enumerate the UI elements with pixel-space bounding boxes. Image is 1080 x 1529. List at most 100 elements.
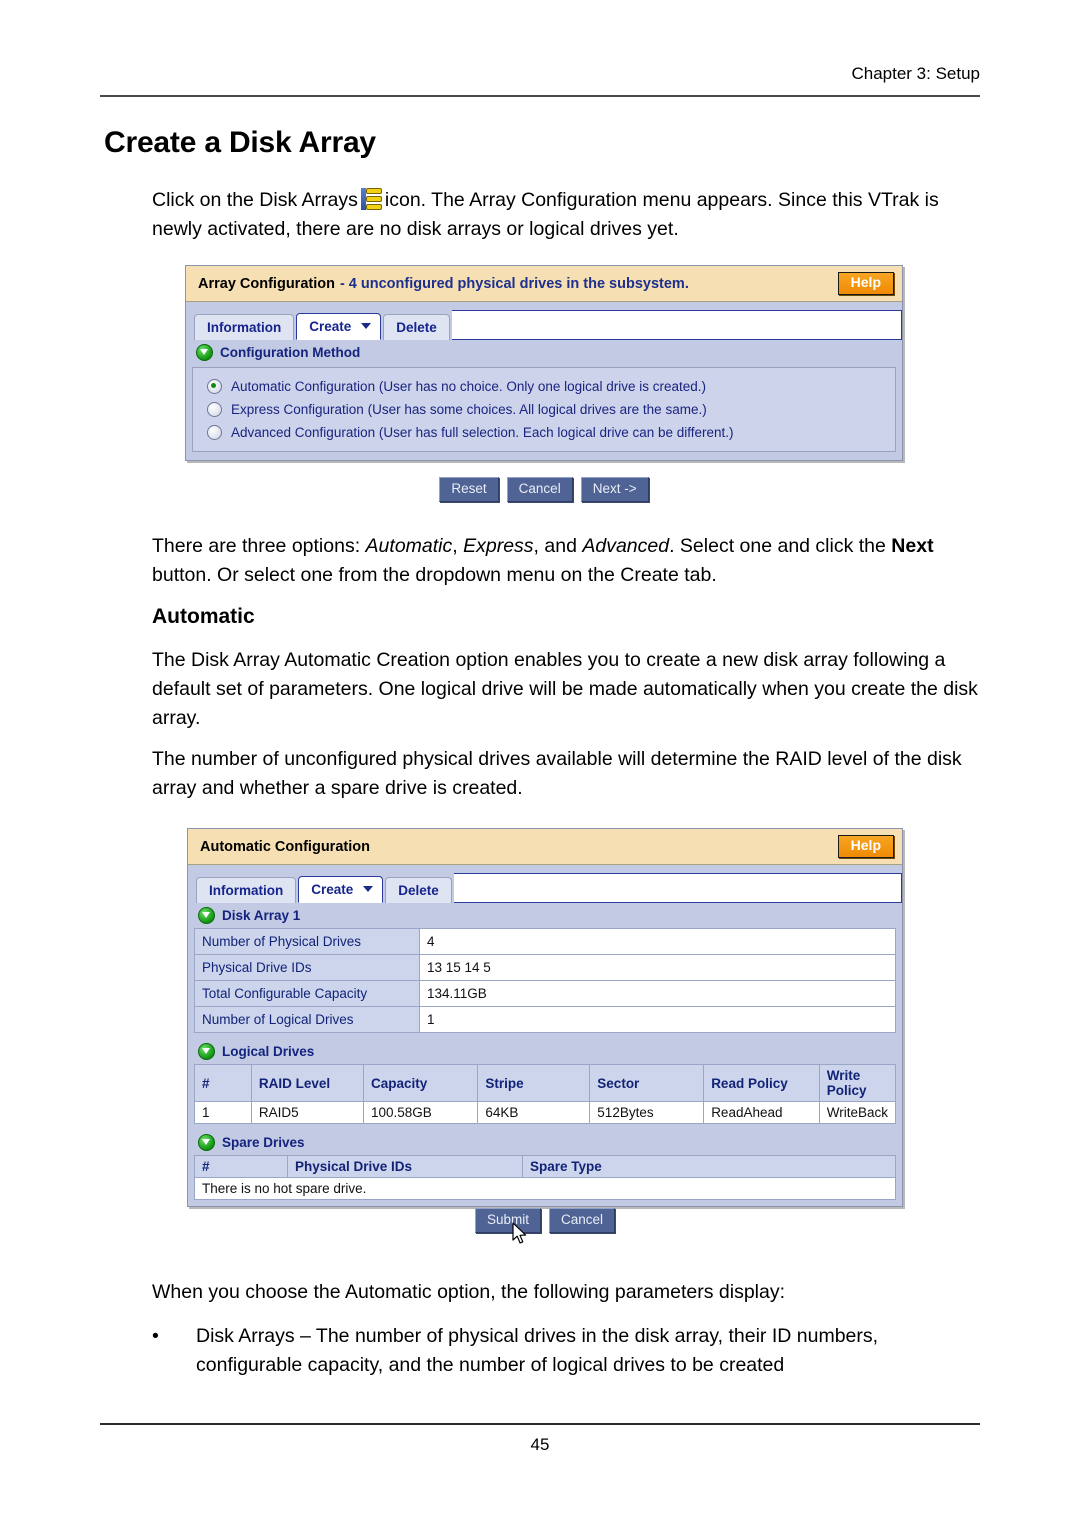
col-spare-number: # [194, 1155, 288, 1178]
automatic-config-tabbar[interactable]: Information Create Delete [188, 865, 902, 903]
collapse-arrow-icon-spare-drives[interactable] [198, 1134, 215, 1151]
spare-drives-table: # Physical Drive IDs Spare Type [194, 1155, 896, 1178]
tab-information-2[interactable]: Information [196, 876, 297, 903]
array-config-tabbar[interactable]: Information Create Delete [186, 302, 902, 340]
table-row: Physical Drive IDs 13 15 14 5 [194, 954, 896, 981]
automatic-paragraph-2: The number of unconfigured physical driv… [152, 748, 962, 799]
radio-advanced[interactable] [207, 425, 222, 440]
col-number: # [194, 1064, 252, 1102]
col-read-policy: Read Policy [703, 1064, 820, 1102]
spare-drives-empty-message: There is no hot spare drive. [194, 1178, 896, 1200]
row-value-physical-drive-ids: 13 15 14 5 [419, 954, 896, 981]
disk-array-section-label: Disk Array 1 [222, 908, 301, 923]
logical-drives-section-header[interactable]: Logical Drives [188, 1039, 902, 1064]
cell-stripe: 64KB [477, 1101, 591, 1124]
help-button[interactable]: Help [837, 272, 894, 295]
tab-information-2-label: Information [209, 882, 284, 898]
footer-rule [100, 1423, 980, 1425]
array-config-subtitle: - 4 unconfigured physical drives in the … [339, 275, 689, 292]
cell-number: 1 [194, 1101, 252, 1124]
option-automatic[interactable]: Automatic Configuration (User has no cho… [207, 375, 895, 398]
submit-button[interactable]: Submit [474, 1208, 541, 1233]
help-button-2[interactable]: Help [837, 835, 894, 858]
tab-delete-2[interactable]: Delete [385, 876, 452, 903]
opt-bold-next: Next [891, 535, 934, 557]
three-options-paragraph: There are three options: Automatic, Expr… [152, 532, 982, 590]
table-row: Number of Logical Drives 1 [194, 1006, 896, 1033]
opt-text-3: , and [533, 535, 583, 557]
collapse-arrow-icon-disk-array[interactable] [198, 907, 215, 924]
tab-delete-2-label: Delete [398, 882, 439, 898]
table-header-row: # Physical Drive IDs Spare Type [194, 1155, 896, 1178]
chevron-down-icon[interactable] [361, 322, 372, 329]
cancel-button-2[interactable]: Cancel [549, 1208, 616, 1233]
page-number: 45 [530, 1435, 550, 1454]
opt-italic-express: Express [463, 535, 534, 557]
cell-read-policy: ReadAhead [703, 1101, 820, 1124]
intro-text-before: Click on the Disk Arrays [152, 189, 358, 211]
row-label-physical-drive-ids: Physical Drive IDs [194, 954, 420, 981]
array-configuration-window[interactable]: Array Configuration - 4 unconfigured phy… [185, 265, 903, 461]
logical-drives-table: # RAID Level Capacity Stripe Sector Read… [194, 1064, 897, 1124]
collapse-arrow-icon[interactable] [196, 344, 213, 361]
tab-create-2-label: Create [311, 881, 354, 897]
spare-drives-section-header[interactable]: Spare Drives [188, 1130, 902, 1155]
configuration-method-options[interactable]: Automatic Configuration (User has no cho… [192, 367, 896, 452]
cancel-button[interactable]: Cancel [506, 477, 573, 502]
opt-italic-advanced: Advanced [582, 535, 670, 557]
cell-write-policy: WriteBack [818, 1101, 897, 1124]
configuration-method-section-header[interactable]: Configuration Method [186, 340, 902, 365]
spare-drives-section-label: Spare Drives [222, 1135, 305, 1150]
cell-raid-level: RAID5 [250, 1101, 364, 1124]
option-advanced-label: Advanced Configuration (User has full se… [231, 425, 734, 440]
chevron-down-icon-2[interactable] [363, 885, 374, 892]
tab-information[interactable]: Information [194, 313, 295, 340]
automatic-config-titlebar: Automatic Configuration Help [188, 829, 902, 865]
opt-text-1: There are three options: [152, 535, 366, 557]
tabbar-filler-2 [453, 873, 902, 903]
row-value-number-of-physical-drives: 4 [419, 928, 896, 955]
disk-array-properties-table: Number of Physical Drives 4 Physical Dri… [194, 928, 896, 1033]
next-button[interactable]: Next -> [580, 477, 649, 502]
tabbar-filler [451, 310, 902, 340]
row-value-number-of-logical-drives: 1 [419, 1006, 896, 1033]
option-express-label: Express Configuration (User has some cho… [231, 402, 707, 417]
table-row: 1 RAID5 100.58GB 64KB 512Bytes ReadAhead… [194, 1101, 897, 1124]
tab-create[interactable]: Create [296, 312, 382, 340]
intro-paragraph: Click on the Disk Arrays icon. The Array … [152, 186, 982, 244]
opt-text-4: . Select one and click the [669, 535, 892, 557]
automatic-config-title: Automatic Configuration [200, 838, 370, 855]
radio-automatic[interactable] [207, 379, 222, 394]
tab-delete-label: Delete [396, 319, 437, 335]
collapse-arrow-icon-logical-drives[interactable] [198, 1043, 215, 1060]
option-advanced[interactable]: Advanced Configuration (User has full se… [207, 421, 895, 444]
array-config-button-row: Reset Cancel Next -> [185, 477, 903, 502]
radio-express[interactable] [207, 402, 222, 417]
option-automatic-label: Automatic Configuration (User has no cho… [231, 379, 706, 394]
tab-create-label: Create [309, 318, 352, 334]
col-write-policy: Write Policy [818, 1064, 897, 1102]
col-sector: Sector [589, 1064, 705, 1102]
automatic-config-button-row: Submit Cancel [187, 1208, 903, 1233]
row-label-total-configurable-capacity: Total Configurable Capacity [194, 980, 420, 1007]
disk-arrays-icon [360, 188, 382, 210]
logical-drives-section-label: Logical Drives [222, 1044, 315, 1059]
closing-lead-paragraph: When you choose the Automatic option, th… [152, 1281, 786, 1303]
option-express[interactable]: Express Configuration (User has some cho… [207, 398, 895, 421]
tab-create-2[interactable]: Create [298, 875, 384, 903]
disk-array-section-header[interactable]: Disk Array 1 [188, 903, 902, 928]
header-rule [100, 95, 980, 97]
automatic-heading: Automatic [152, 605, 255, 628]
table-row: Number of Physical Drives 4 [194, 928, 896, 955]
row-label-number-of-logical-drives: Number of Logical Drives [194, 1006, 420, 1033]
page-title: Create a Disk Array [104, 126, 376, 159]
table-header-row: # RAID Level Capacity Stripe Sector Read… [194, 1064, 897, 1102]
array-config-title: Array Configuration [198, 275, 335, 292]
col-spare-type: Spare Type [522, 1155, 896, 1178]
reset-button[interactable]: Reset [439, 477, 499, 502]
list-item: • Disk Arrays – The number of physical d… [152, 1322, 982, 1380]
col-stripe: Stripe [477, 1064, 591, 1102]
cell-capacity: 100.58GB [362, 1101, 479, 1124]
automatic-configuration-window[interactable]: Automatic Configuration Help Information… [187, 828, 903, 1207]
tab-delete[interactable]: Delete [383, 313, 450, 340]
